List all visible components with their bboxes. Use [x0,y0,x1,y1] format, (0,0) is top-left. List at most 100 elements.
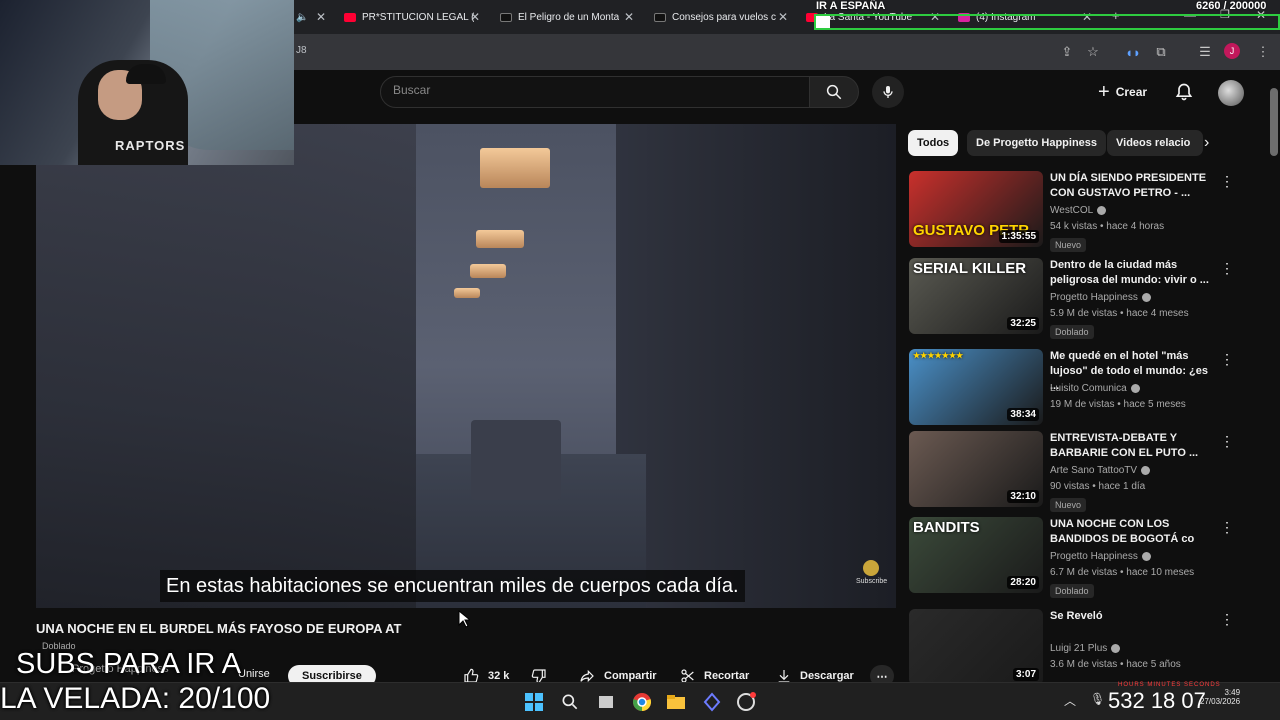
channel-label: Luigi 21 Plus [1050,643,1108,654]
recommendation-thumbnail[interactable]: ★★★★★★★ 38:34 [909,349,1043,425]
close-icon[interactable]: ✕ [778,10,788,24]
extensions-icon[interactable]: ⧉ [1152,43,1170,61]
app-diamond-icon[interactable] [702,692,722,712]
more-vert-icon[interactable]: ⋮ [1254,43,1272,61]
notifications-button[interactable] [1174,82,1194,107]
mouse-cursor-icon [458,610,470,628]
goal-progress-bar [814,14,1280,30]
create-button[interactable]: + Crear [1098,80,1147,104]
recommendation-title[interactable]: Dentro de la ciudad más peligrosa del mu… [1050,258,1210,288]
recommendation-thumbnail[interactable]: 32:10 [909,431,1043,507]
recommendation-title[interactable]: UNA NOCHE CON LOS BANDIDOS DE BOGOTÁ co [1050,517,1210,547]
search-box[interactable]: Buscar [380,76,810,108]
ceiling-lamp [454,288,480,298]
recommendation-channel[interactable]: Progetto Happiness [1050,551,1151,562]
recommendation-channel[interactable]: Luisito Comunica [1050,383,1140,394]
windows-start-icon[interactable] [524,692,544,712]
recommendation-item[interactable]: SERIAL KILLER 32:25 Dentro de la ciudad … [908,258,1238,339]
recommendation-item[interactable]: 3:07 Se Reveló Luigi 21 Plus 3.6 M de vi… [908,609,1238,687]
recommendation-meta: 3.6 M de vistas • hace 5 años [1050,659,1181,670]
recommendation-thumbnail[interactable]: 3:07 [909,609,1043,685]
duration-badge: 1:35:55 [998,230,1039,243]
chip-channel[interactable]: De Progetto Happiness [967,130,1107,156]
close-icon[interactable]: ✕ [470,10,480,24]
recommendation-channel[interactable]: Arte Sano TattooTV [1050,465,1151,476]
shirt-text: RAPTORS [115,138,186,153]
video-player[interactable] [36,124,896,608]
like-count: 32 k [488,670,510,682]
account-avatar[interactable] [1218,80,1244,106]
more-vert-icon[interactable]: ⋮ [1220,351,1234,368]
system-clock[interactable]: 3:49 27/03/2026 [1200,688,1240,706]
tab-label: PR*STITUCION LEGAL ( [362,11,475,23]
join-button[interactable]: Unirse [238,668,270,680]
recommendation-badge: Doblado [1050,584,1094,598]
recommendation-item[interactable]: GUSTAVO PETR 1:35:55 UN DÍA SIENDO PRESI… [908,171,1238,252]
tab-3[interactable]: Consejos para vuelos c ✕ [654,6,788,28]
chip-related[interactable]: Videos relacio [1107,130,1203,156]
search-icon [826,84,842,100]
tab-2[interactable]: El Peligro de un Monta ✕ [500,6,634,28]
file-explorer-icon[interactable] [666,692,686,712]
tab-1[interactable]: PR*STITUCION LEGAL ( ✕ [344,6,480,28]
recommendation-badge: Doblado [1050,325,1094,339]
recommendation-meta: 5.9 M de vistas • hace 4 meses [1050,308,1189,319]
video-title: UNA NOCHE EN EL BURDEL MÁS FAYOSO DE EUR… [36,621,402,636]
channel-label: WestCOL [1050,205,1094,216]
more-vert-icon[interactable]: ⋮ [1220,260,1234,277]
channel-label: Progetto Happiness [1050,551,1138,562]
tab-muted[interactable]: 🔈 ✕ [296,6,326,28]
duration-badge: 38:34 [1007,408,1039,421]
verified-icon [1141,551,1151,561]
recommendation-title[interactable]: UN DÍA SIENDO PRESIDENTE CON GUSTAVO PET… [1050,171,1210,201]
clip-label: Recortar [704,670,750,682]
recommendation-item[interactable]: ★★★★★★★ 38:34 Me quedé en el hotel "más … [908,349,1238,427]
address-bar[interactable]: J8 [296,45,307,56]
install-app-icon[interactable]: ⇪ [1058,43,1076,61]
share-label: Compartir [604,670,657,682]
thumbnail-text: BANDITS [913,519,980,536]
chevron-right-icon[interactable]: › [1204,134,1209,152]
chip-todos[interactable]: Todos [908,130,959,156]
task-view-icon[interactable] [596,692,616,712]
more-vert-icon[interactable]: ⋮ [1220,519,1234,536]
recommendation-title[interactable]: ENTREVISTA-DEBATE Y BARBARIE CON EL PUTO… [1050,431,1210,461]
recommendation-item[interactable]: BANDITS 28:20 UNA NOCHE CON LOS BANDIDOS… [908,517,1238,598]
microphone-icon[interactable]: 🎙 [1090,692,1105,706]
verified-icon [1111,643,1121,653]
scrollbar-thumb[interactable] [1270,88,1278,156]
obs-icon[interactable] [736,692,756,712]
voice-search-button[interactable] [872,76,904,108]
streamer-cap [126,64,166,84]
goal-progress-fill [816,16,831,28]
recommendation-channel[interactable]: Luigi 21 Plus [1050,643,1121,654]
close-icon[interactable]: ✕ [624,10,634,24]
recommendation-channel[interactable]: WestCOL [1050,205,1107,216]
more-vert-icon[interactable]: ⋮ [1220,611,1234,628]
search-input[interactable]: Buscar [393,83,430,97]
chrome-icon[interactable] [632,692,652,712]
search-button[interactable] [809,76,859,108]
page-scrollbar[interactable] [1268,70,1280,680]
chevron-up-icon[interactable]: ︿ [1064,692,1076,709]
close-icon[interactable]: ✕ [316,10,326,24]
search-icon[interactable] [560,692,580,712]
recommendation-thumbnail[interactable]: BANDITS 28:20 [909,517,1043,593]
recommendation-channel[interactable]: Progetto Happiness [1050,292,1151,303]
recommendation-item[interactable]: 32:10 ENTREVISTA-DEBATE Y BARBARIE CON E… [908,431,1238,512]
reading-list-icon[interactable]: ☰ [1196,43,1214,61]
channel-watermark[interactable]: Subscribe [856,560,887,585]
bookmark-star-icon[interactable]: ☆ [1084,43,1102,61]
download-label: Descargar [800,670,854,682]
microphone-icon [883,86,893,98]
more-vert-icon[interactable]: ⋮ [1220,173,1234,190]
recommendation-thumbnail[interactable]: SERIAL KILLER 32:25 [909,258,1043,334]
more-vert-icon[interactable]: ⋮ [1220,433,1234,450]
recommendation-meta: 19 M de vistas • hace 5 meses [1050,399,1186,410]
recommendation-thumbnail[interactable]: GUSTAVO PETR 1:35:55 [909,171,1043,247]
extension-audio-icon[interactable]: ◖◗ [1124,43,1142,61]
ceiling-lamp [480,148,550,188]
recommendation-title[interactable]: Se Reveló [1050,609,1210,624]
profile-icon[interactable]: J [1224,43,1240,59]
tab-label: El Peligro de un Monta [518,11,620,23]
